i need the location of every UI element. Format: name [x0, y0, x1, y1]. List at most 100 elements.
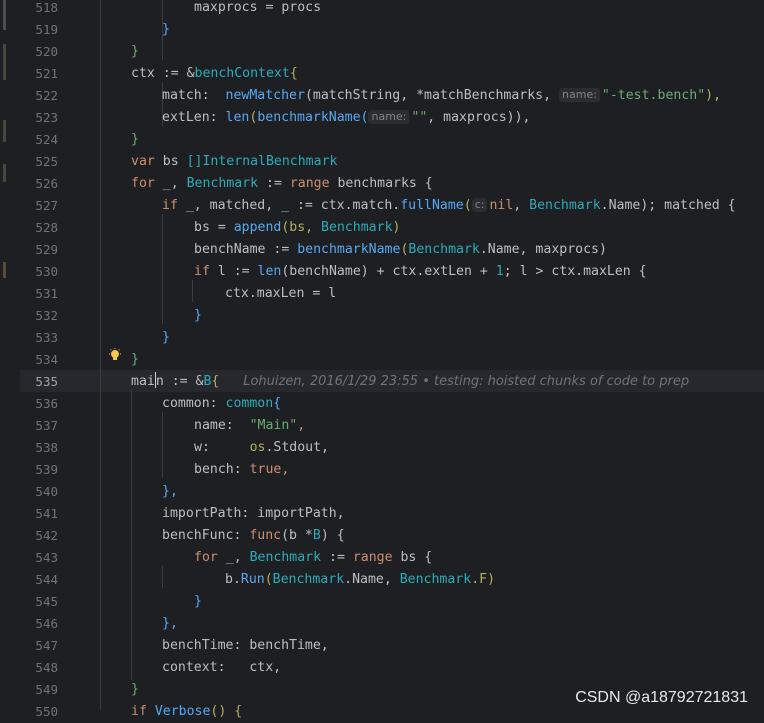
code-line[interactable]: common: common{ [162, 393, 281, 415]
code-line[interactable]: } [194, 591, 202, 613]
code-line[interactable]: b.Run(Benchmark.Name, Benchmark.F) [225, 569, 495, 591]
code-line[interactable]: }, [162, 481, 178, 503]
indent-guide [100, 0, 101, 60]
parameter-hint: name: [559, 88, 600, 102]
code-line[interactable]: } [131, 679, 139, 701]
code-line[interactable]: ctx.maxLen = l [225, 283, 336, 305]
code-line[interactable]: bs = append(bs, Benchmark) [194, 217, 400, 239]
code-function: fullName [400, 198, 464, 213]
code-editor[interactable]: 518 519 520 521 522 523 524 525 526 527 … [0, 0, 764, 719]
code-line[interactable]: if _, matched, _ := ctx.match.fullName(c… [162, 195, 736, 217]
vcs-change-marker[interactable] [3, 164, 6, 182]
code-text: , maxprocs)), [427, 110, 531, 125]
code-line[interactable]: }, [162, 613, 178, 635]
code-type: Benchmark [408, 242, 480, 257]
code-type: common [225, 396, 274, 411]
code-text: } [131, 352, 139, 367]
line-number: 539 [35, 462, 58, 477]
code-text: .Name, maxprocs) [479, 242, 607, 257]
line-number: 534 [35, 352, 58, 367]
code-text: .Stdout, [265, 440, 329, 455]
code-text: bench: [194, 462, 250, 477]
code-string: "-test.bench" [601, 88, 706, 103]
code-line[interactable]: ctx := &benchContext{ [131, 63, 298, 85]
code-text: context: ctx, [162, 660, 282, 675]
line-number: 532 [35, 308, 58, 323]
line-number: 527 [35, 198, 58, 213]
code-line[interactable]: match: newMatcher(matchString, *matchBen… [162, 85, 721, 107]
scroll-indicator[interactable] [3, 0, 6, 30]
line-number: 526 [35, 176, 58, 191]
code-function: benchmarkName [297, 242, 401, 257]
code-text: }, [162, 484, 178, 499]
code-line[interactable]: } [162, 19, 170, 41]
code-text: benchmarks { [329, 176, 433, 191]
code-line[interactable]: context: ctx, [162, 657, 281, 679]
code-function: benchmarkName [257, 110, 361, 125]
code-line[interactable]: maxprocs = procs [194, 0, 321, 19]
code-text: (benchName) + ctx.extLen + [281, 264, 496, 279]
parameter-hint: c: [471, 198, 488, 212]
code-text: mai [131, 374, 155, 389]
code-line[interactable]: bench: true, [194, 459, 289, 481]
code-text: } [162, 330, 170, 345]
code-text: .Name); matched { [600, 198, 736, 213]
line-number: 544 [35, 572, 58, 587]
code-number: 1 [495, 264, 504, 279]
code-line[interactable]: } [131, 41, 139, 63]
code-text: _, [154, 176, 187, 191]
code-text: ( [360, 110, 369, 125]
code-text: (bs, [281, 220, 322, 235]
code-keyword: var [131, 154, 155, 169]
code-line[interactable]: benchFunc: func(b *B) { [162, 525, 345, 547]
code-line[interactable]: var bs []InternalBenchmark [131, 151, 337, 173]
git-blame-annotation[interactable]: Lohuizen, 2016/1/29 23:55 • testing: hoi… [243, 374, 689, 389]
code-line[interactable]: } [131, 129, 139, 151]
code-text: benchFunc: [162, 528, 250, 543]
code-line[interactable]: benchName := benchmarkName(Benchmark.Nam… [194, 239, 607, 261]
code-text: .F) [471, 572, 496, 587]
code-keyword: if [131, 704, 147, 719]
line-number: 538 [35, 440, 58, 455]
code-text: bs = [194, 220, 234, 235]
code-line[interactable]: importPath: importPath, [162, 503, 345, 525]
code-text: match: [162, 88, 226, 103]
code-function: len [257, 264, 282, 279]
code-type: Benchmark [321, 220, 393, 235]
code-text: () { [210, 704, 243, 719]
indent-guide [100, 60, 101, 710]
code-line[interactable]: } [194, 305, 202, 327]
code-line[interactable]: } [162, 327, 170, 349]
code-line-current[interactable]: main := &B{ Lohuizen, 2016/1/29 23:55 • … [131, 371, 689, 393]
line-number-gutter[interactable]: 518 519 520 521 522 523 524 525 526 527 … [20, 0, 100, 719]
code-line[interactable]: benchTime: benchTime, [162, 635, 329, 657]
vcs-change-marker[interactable] [3, 44, 6, 80]
code-text: { [289, 66, 298, 81]
code-keyword: if [162, 198, 178, 213]
code-text: .Name, [344, 572, 400, 587]
code-function: newMatcher [225, 88, 305, 103]
code-line[interactable]: if Verbose() { [131, 701, 242, 723]
code-text: ), [705, 88, 722, 103]
code-line[interactable]: name: "Main", [194, 415, 305, 437]
code-line[interactable]: for _, Benchmark := range benchmarks { [131, 173, 433, 195]
code-line[interactable]: w: os.Stdout, [194, 437, 329, 459]
code-line[interactable]: } [131, 349, 139, 371]
code-line[interactable]: if l := len(benchName) + ctx.extLen + 1;… [194, 261, 647, 283]
vcs-change-marker[interactable] [3, 262, 6, 278]
code-area[interactable]: maxprocs = procs } } ctx := &benchContex… [100, 0, 764, 719]
line-number: 537 [35, 418, 58, 433]
code-line[interactable]: extLen: len(benchmarkName(name: "", maxpr… [162, 107, 531, 129]
indent-guide [162, 566, 163, 588]
code-text: w: [194, 440, 250, 455]
line-number: 540 [35, 484, 58, 499]
vcs-change-marker[interactable] [3, 120, 6, 142]
code-text: , [297, 418, 306, 433]
code-text: common: [162, 396, 226, 411]
code-text: ctx := & [131, 66, 195, 81]
code-text: _, [217, 550, 250, 565]
code-line[interactable]: for _, Benchmark := range bs { [194, 547, 432, 569]
line-number: 533 [35, 330, 58, 345]
code-type: Benchmark [399, 572, 472, 587]
